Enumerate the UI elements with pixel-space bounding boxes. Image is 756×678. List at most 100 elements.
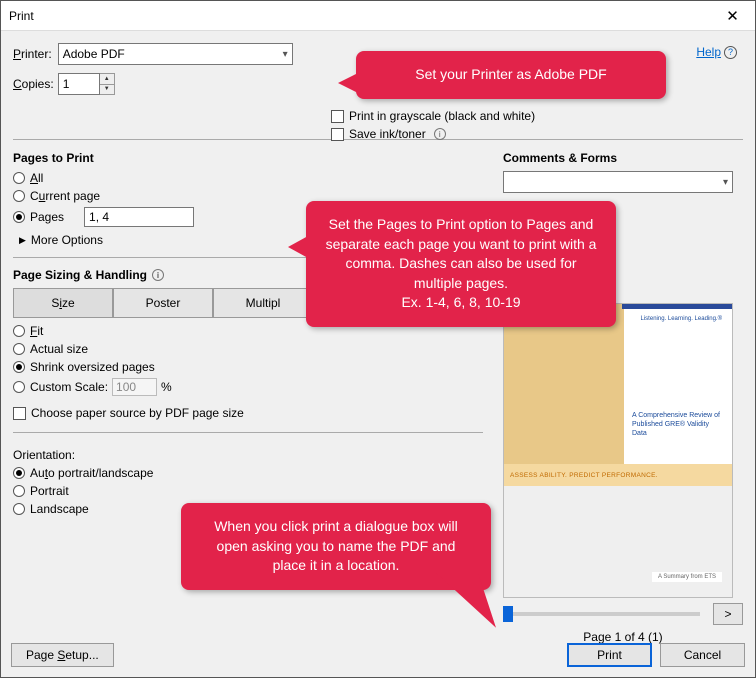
page-setup-button[interactable]: Page Setup... <box>11 643 114 667</box>
preview-nav: > <box>503 603 743 625</box>
saveink-checkbox[interactable] <box>331 128 344 141</box>
choose-paper-checkbox[interactable] <box>13 407 26 420</box>
comments-forms-title: Comments & Forms <box>503 151 743 165</box>
print-button-label: Print <box>597 648 622 662</box>
radio-all-row: All <box>13 171 483 185</box>
comments-forms-select[interactable]: ▾ <box>503 171 733 193</box>
radio-portrait[interactable] <box>13 485 25 497</box>
info-icon: i <box>152 269 164 281</box>
callout-print-text: When you click print a dialogue box will… <box>214 518 458 573</box>
tab-poster-label: Poster <box>146 296 181 310</box>
grayscale-checkbox[interactable] <box>331 110 344 123</box>
radio-landscape[interactable] <box>13 503 25 515</box>
chevron-down-icon: ▾ <box>283 49 288 60</box>
window-title: Print <box>9 9 34 23</box>
print-preview: Listening. Learning. Leading.® A Compreh… <box>503 303 733 598</box>
footer-right: Print Cancel <box>567 643 745 667</box>
percent-label: % <box>161 380 172 394</box>
radio-actual-label: Actual size <box>30 342 88 356</box>
tab-multiple-label: Multipl <box>246 296 281 310</box>
radio-custom-row: Custom Scale: 100 % <box>13 378 483 396</box>
tab-size-label: Size <box>51 296 74 310</box>
preview-body: Listening. Learning. Leading.® A Compreh… <box>504 304 732 597</box>
preview-summary: A Summary from ETS <box>652 572 722 582</box>
pages-input[interactable]: 1, 4 <box>84 207 194 227</box>
printer-value: Adobe PDF <box>63 47 125 61</box>
radio-pages[interactable] <box>13 211 25 223</box>
print-button[interactable]: Print <box>567 643 652 667</box>
copies-input[interactable]: 1 <box>58 73 100 95</box>
preview-band: ASSESS ABILITY. PREDICT PERFORMANCE. <box>504 464 732 486</box>
preview-logo: Listening. Learning. Leading.® <box>641 316 722 322</box>
dialog-content: Help ? Printer: Adobe PDF ▾ Copies: 1 ▲▼… <box>1 31 755 677</box>
radio-custom[interactable] <box>13 381 25 393</box>
scale-value: 100 <box>116 380 136 394</box>
radio-all[interactable] <box>13 172 25 184</box>
print-dialog: Print ✕ Help ? Printer: Adobe PDF ▾ Copi… <box>0 0 756 678</box>
callout-pages: Set the Pages to Print option to Pages a… <box>306 201 616 327</box>
preview-tan-block <box>504 304 624 464</box>
radio-custom-label: Custom Scale: <box>30 380 108 394</box>
tab-size[interactable]: Size <box>13 288 113 318</box>
radio-auto-orient[interactable] <box>13 467 25 479</box>
radio-pages-label: Pages <box>30 210 64 224</box>
radio-actual[interactable] <box>13 343 25 355</box>
separator <box>13 432 483 433</box>
printer-label: Printer: <box>13 47 52 61</box>
callout-printer-text: Set your Printer as Adobe PDF <box>415 66 606 82</box>
printer-select[interactable]: Adobe PDF ▾ <box>58 43 293 65</box>
radio-landscape-label: Landscape <box>30 502 89 516</box>
preview-headline: A Comprehensive Review of Published GRE®… <box>632 412 722 438</box>
saveink-row: Save ink/toner i <box>331 127 535 141</box>
tab-poster[interactable]: Poster <box>113 288 213 318</box>
triangle-right-icon: ▶ <box>19 235 26 246</box>
info-icon: i <box>434 128 446 140</box>
help-icon: ? <box>724 46 737 59</box>
print-options-group: Print in grayscale (black and white) Sav… <box>331 109 535 145</box>
radio-actual-row: Actual size <box>13 342 483 356</box>
copies-label: Copies: <box>13 77 54 91</box>
callout-printer: Set your Printer as Adobe PDF <box>356 51 666 99</box>
callout-print: When you click print a dialogue box will… <box>181 503 491 590</box>
preview-next-button[interactable]: > <box>713 603 743 625</box>
radio-fit[interactable] <box>13 325 25 337</box>
radio-shrink[interactable] <box>13 361 25 373</box>
chevron-down-icon: ▾ <box>723 177 728 188</box>
slider-thumb[interactable] <box>503 606 513 622</box>
close-button[interactable]: ✕ <box>710 1 755 31</box>
cancel-button-label: Cancel <box>684 648 721 662</box>
radio-current-label: Current page <box>30 189 100 203</box>
radio-shrink-row: Shrink oversized pages <box>13 360 483 374</box>
grayscale-label: Print in grayscale (black and white) <box>349 109 535 123</box>
pages-value: 1, 4 <box>89 210 109 224</box>
radio-shrink-label: Shrink oversized pages <box>30 360 155 374</box>
more-options-label: More Options <box>31 233 103 247</box>
titlebar: Print ✕ <box>1 1 755 31</box>
preview-slider[interactable] <box>503 612 700 616</box>
tab-multiple[interactable]: Multipl <box>213 288 313 318</box>
radio-all-label: All <box>30 171 43 185</box>
cancel-button[interactable]: Cancel <box>660 643 745 667</box>
radio-fit-label: Fit <box>30 324 43 338</box>
sizing-label: Page Sizing & Handling <box>13 268 147 282</box>
help-link[interactable]: Help ? <box>696 45 737 59</box>
choose-paper-row: Choose paper source by PDF page size <box>13 406 483 420</box>
custom-scale-input[interactable]: 100 <box>112 378 157 396</box>
page-setup-label: Page Setup... <box>26 648 99 662</box>
copies-value: 1 <box>63 77 70 91</box>
grayscale-row: Print in grayscale (black and white) <box>331 109 535 123</box>
radio-current[interactable] <box>13 190 25 202</box>
saveink-label: Save ink/toner <box>349 127 426 141</box>
choose-paper-label: Choose paper source by PDF page size <box>31 406 244 420</box>
orientation-label: Orientation: <box>13 448 483 462</box>
help-label: Help <box>696 45 721 59</box>
copies-spinner[interactable]: ▲▼ <box>100 73 115 95</box>
preview-blue-bar <box>622 304 732 309</box>
radio-portrait-label: Portrait <box>30 484 69 498</box>
dialog-footer: Page Setup... Print Cancel <box>11 643 745 667</box>
callout-pages-text: Set the Pages to Print option to Pages a… <box>326 216 597 310</box>
radio-auto-label: Auto portrait/landscape <box>30 466 153 480</box>
page-indicator: Page 1 of 4 (1) <box>503 630 743 644</box>
nav-next-label: > <box>724 607 731 621</box>
pages-to-print-title: Pages to Print <box>13 151 483 165</box>
